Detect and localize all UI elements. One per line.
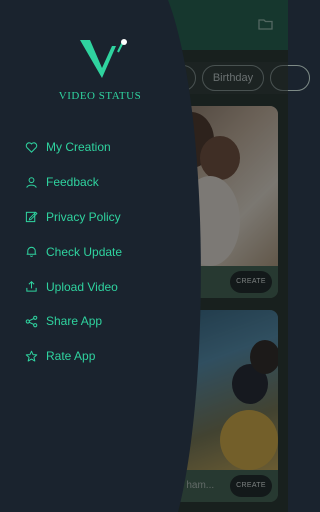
- menu-item-label: Upload Video: [46, 279, 118, 294]
- menu-item-upload-video[interactable]: Upload Video: [0, 269, 200, 304]
- heart-icon: [25, 142, 38, 153]
- menu-item-check-update[interactable]: Check Update: [0, 234, 200, 269]
- upload-icon: [26, 281, 37, 292]
- menu-item-label: My Creation: [46, 140, 111, 155]
- app-brand-name: VIDEO STATUS: [58, 90, 142, 102]
- drawer-content: VIDEO STATUS My Creation Feedback Privac…: [0, 0, 200, 512]
- bell-icon: [26, 247, 37, 258]
- menu-item-label: Check Update: [46, 244, 123, 259]
- app-logo: [80, 39, 127, 78]
- menu-item-my-creation[interactable]: My Creation: [0, 130, 200, 165]
- menu-item-feedback[interactable]: Feedback: [0, 165, 200, 200]
- drawer-menu: My Creation Feedback Privacy Policy Chec…: [0, 130, 200, 374]
- menu-item-label: Privacy Policy: [46, 209, 121, 224]
- menu-item-rate-app[interactable]: Rate App: [0, 339, 200, 374]
- menu-item-label: Share App: [46, 314, 103, 329]
- menu-item-share-app[interactable]: Share App: [0, 304, 200, 339]
- share-icon: [25, 315, 38, 328]
- edit-icon: [25, 212, 38, 223]
- menu-item-label: Rate App: [46, 349, 96, 364]
- menu-item-label: Feedback: [46, 175, 99, 190]
- menu-item-privacy-policy[interactable]: Privacy Policy: [0, 200, 200, 235]
- user-icon: [26, 176, 37, 188]
- star-icon: [25, 350, 38, 362]
